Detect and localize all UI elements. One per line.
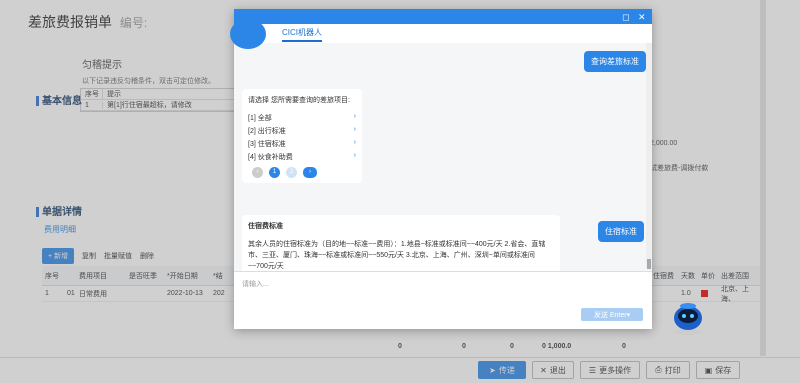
answer-card: 住宿费标准 其余人员的住宿标准为（目的地~~标准~~费用）：1.地县~标准或标准… xyxy=(242,215,560,275)
chatbot-dialog: ◻ ✕ CICI机器人 查询差旅标准 请选择 您所需要查询的差旅项目: [1] … xyxy=(230,9,652,329)
next-page-button[interactable]: › xyxy=(303,167,317,178)
send-button[interactable]: 发送 Enter ▾ xyxy=(581,308,643,321)
close-icon[interactable]: ✕ xyxy=(638,12,646,23)
chat-scrollbar[interactable] xyxy=(646,43,652,269)
answer-title: 住宿费标准 xyxy=(248,223,283,230)
option-label: [1] 全部 xyxy=(248,115,272,122)
option-card-title: 请选择 您所需要查询的差旅项目: xyxy=(248,97,350,104)
answer-body: 其余人员的住宿标准为（目的地~~标准~~费用）：1.地县~标准或标准间~~400… xyxy=(248,241,546,270)
stay-standard-button[interactable]: 住宿标准 xyxy=(598,221,644,242)
page-1-button[interactable]: 1 xyxy=(269,167,280,178)
send-button-label: 发送 Enter xyxy=(593,311,627,319)
chevron-right-icon: › xyxy=(353,126,356,133)
chat-input-placeholder: 请输入... xyxy=(242,281,269,288)
option-item[interactable]: [2] 出行标准 › xyxy=(248,126,356,136)
tab-cici-bot[interactable]: CICI机器人 xyxy=(282,27,322,42)
maximize-icon[interactable]: ◻ xyxy=(622,12,629,23)
robot-assistant-icon[interactable] xyxy=(668,296,708,336)
chevron-right-icon: › xyxy=(353,113,356,120)
option-label: [4] 伙食补助费 xyxy=(248,154,293,161)
prev-page-button[interactable]: ‹ xyxy=(252,167,263,178)
option-item[interactable]: [4] 伙食补助费 › xyxy=(248,152,356,162)
page-2-button[interactable]: 2 xyxy=(286,167,297,178)
option-label: [2] 出行标准 xyxy=(248,128,286,135)
option-label: [3] 住宿标准 xyxy=(248,141,286,148)
chevron-down-icon: ▾ xyxy=(626,311,631,319)
chat-scroll-thumb[interactable] xyxy=(647,259,651,269)
query-standard-button[interactable]: 查询差旅标准 xyxy=(584,51,646,72)
option-card: 请选择 您所需要查询的差旅项目: [1] 全部 › [2] 出行标准 › [3] 住… xyxy=(242,89,362,183)
option-item[interactable]: [3] 住宿标准 › xyxy=(248,139,356,149)
chevron-right-icon: › xyxy=(353,139,356,146)
option-item[interactable]: [1] 全部 › xyxy=(248,113,356,123)
chevron-right-icon: › xyxy=(353,152,356,159)
